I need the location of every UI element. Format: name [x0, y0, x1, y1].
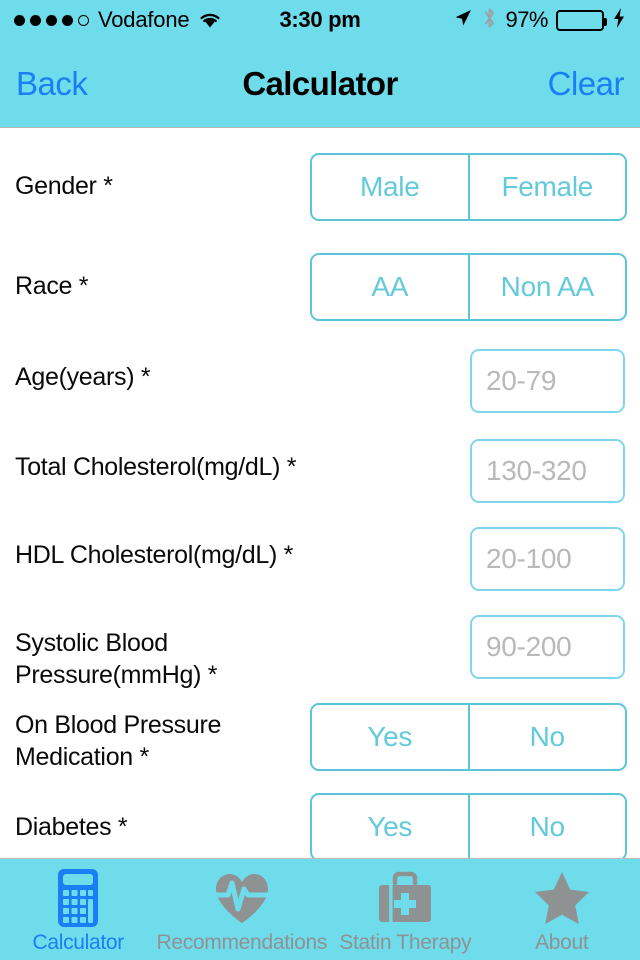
label-age: Age(years) *	[15, 363, 151, 391]
form-row-total-cholesterol: Total Cholesterol(mg/dL) * 130-320	[0, 425, 640, 503]
tab-statin-therapy[interactable]: Statin Therapy	[327, 859, 483, 960]
tab-bar: Calculator Recommendations Statin Therap…	[0, 858, 640, 960]
label-hdl-cholesterol: HDL Cholesterol(mg/dL) *	[15, 541, 294, 569]
battery-percentage: 97%	[505, 7, 548, 32]
segmented-bp-medication[interactable]: Yes No	[310, 703, 627, 771]
calculator-form: Gender * Male Female Race * AA Non AA Ag…	[0, 129, 640, 858]
tab-label-calculator: Calculator	[32, 931, 124, 954]
label-systolic-bp: Systolic Blood Pressure(mmHg) *	[15, 629, 218, 689]
lightning-bolt-icon	[612, 7, 626, 34]
form-row-race: Race * AA Non AA	[0, 245, 640, 323]
tab-label-statin-therapy: Statin Therapy	[339, 931, 472, 954]
heart-pulse-icon	[211, 867, 273, 929]
input-systolic-bp-placeholder: 90-200	[486, 631, 572, 662]
navigation-bar: Back Calculator Clear	[0, 40, 640, 128]
tab-label-about: About	[535, 931, 589, 954]
tab-recommendations[interactable]: Recommendations	[156, 859, 327, 960]
label-total-cholesterol: Total Cholesterol(mg/dL) *	[15, 453, 297, 481]
form-row-gender: Gender * Male Female	[0, 145, 640, 223]
signal-strength-icon	[14, 14, 89, 26]
label-bp-medication: On Blood Pressure Medication *	[15, 711, 222, 771]
label-race: Race *	[15, 272, 89, 300]
input-age[interactable]: 20-79	[470, 349, 625, 413]
input-age-placeholder: 20-79	[486, 365, 557, 396]
label-diabetes: Diabetes *	[15, 813, 128, 841]
status-bar: Vodafone 3:30 pm 97%	[0, 0, 640, 40]
input-hdl-cholesterol-placeholder: 20-100	[486, 543, 572, 574]
star-icon	[531, 867, 593, 929]
form-row-age: Age(years) * 20-79	[0, 335, 640, 413]
status-bar-right: 97%	[452, 6, 626, 35]
calculator-icon	[50, 867, 106, 929]
tab-about[interactable]: About	[484, 859, 640, 960]
form-row-diabetes: Diabetes * Yes No	[0, 785, 640, 858]
tab-label-recommendations: Recommendations	[156, 931, 328, 954]
input-hdl-cholesterol[interactable]: 20-100	[470, 527, 625, 591]
input-total-cholesterol[interactable]: 130-320	[470, 439, 625, 503]
status-bar-left: Vodafone	[14, 7, 222, 33]
segmented-race[interactable]: AA Non AA	[310, 253, 627, 321]
segment-option-male[interactable]: Male	[312, 155, 468, 219]
app-screen: Vodafone 3:30 pm 97% Back Calculator Cle…	[0, 0, 640, 960]
medical-bag-icon	[376, 867, 434, 929]
carrier-name: Vodafone	[98, 7, 190, 32]
segment-option-female[interactable]: Female	[467, 155, 626, 219]
battery-icon	[556, 9, 607, 31]
form-row-hdl-cholesterol: HDL Cholesterol(mg/dL) * 20-100	[0, 513, 640, 591]
clear-button[interactable]: Clear	[548, 65, 625, 103]
page-title: Calculator	[242, 64, 398, 102]
segment-option-bp-med-yes[interactable]: Yes	[312, 705, 468, 769]
label-gender: Gender *	[15, 172, 113, 200]
bluetooth-icon	[482, 6, 497, 35]
location-arrow-icon	[452, 7, 474, 34]
segment-option-bp-med-no[interactable]: No	[467, 705, 626, 769]
input-total-cholesterol-placeholder: 130-320	[486, 455, 587, 486]
segment-option-aa[interactable]: AA	[312, 255, 468, 319]
segment-option-diabetes-no[interactable]: No	[467, 795, 626, 858]
tab-calculator[interactable]: Calculator	[0, 859, 156, 960]
input-systolic-bp[interactable]: 90-200	[470, 615, 625, 679]
segment-option-non-aa[interactable]: Non AA	[467, 255, 626, 319]
segment-option-diabetes-yes[interactable]: Yes	[312, 795, 468, 858]
form-row-bp-medication: On Blood Pressure Medication * Yes No	[0, 695, 640, 777]
wifi-icon	[198, 11, 222, 29]
segmented-gender[interactable]: Male Female	[310, 153, 627, 221]
form-row-systolic-bp: Systolic Blood Pressure(mmHg) * 90-200	[0, 601, 640, 689]
back-button[interactable]: Back	[16, 65, 88, 103]
segmented-diabetes[interactable]: Yes No	[310, 793, 627, 858]
